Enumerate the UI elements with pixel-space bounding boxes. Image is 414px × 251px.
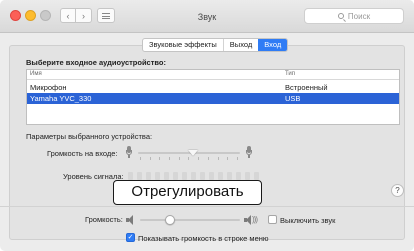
sound-waves-icon: ))) (252, 215, 258, 224)
table-row-selected[interactable]: Yamaha YVC_330 USB (27, 93, 399, 104)
tab-sound-effects[interactable]: Звуковые эффекты (143, 39, 223, 51)
output-volume-slider[interactable] (140, 219, 240, 221)
input-volume-ticks (140, 157, 238, 160)
tab-input[interactable]: Вход (258, 39, 288, 51)
input-volume-label: Громкость на входе: (47, 149, 118, 158)
column-header-type[interactable]: Тип (285, 71, 295, 77)
divider (0, 206, 414, 207)
tab-bar: Звуковые эффекты Выход Вход (142, 38, 289, 52)
signal-level-meter (128, 172, 259, 180)
device-type: USB (285, 94, 301, 103)
sound-preferences-window: ‹ › Звук Поиск Звуковые эффекты Выход Вх… (0, 0, 414, 251)
microphone-low-icon (126, 146, 132, 158)
table-header: Имя Тип (27, 70, 399, 80)
output-volume-label: Громкость: (85, 215, 123, 224)
device-name: Микрофон (30, 83, 67, 92)
search-field[interactable]: Поиск (304, 8, 404, 24)
microphone-high-icon (246, 146, 252, 158)
device-name: Yamaha YVC_330 (30, 94, 92, 103)
output-volume-thumb[interactable] (165, 215, 175, 225)
device-type: Встроенный (285, 83, 328, 92)
search-placeholder: Поиск (347, 11, 371, 21)
title-bar: ‹ › Звук Поиск (0, 0, 414, 33)
tab-output[interactable]: Выход (222, 39, 258, 51)
input-devices-table[interactable]: Имя Тип Микрофон Встроенный Yamaha YVC_3… (26, 69, 400, 125)
adjust-callout: Отрегулировать (113, 180, 262, 205)
device-settings-heading: Параметры выбранного устройства: (26, 132, 153, 141)
show-volume-in-menu-checkbox[interactable]: ✓ (126, 233, 135, 242)
mute-checkbox[interactable] (268, 215, 277, 224)
speaker-low-icon (126, 215, 135, 225)
input-volume-thumb[interactable] (188, 150, 198, 156)
show-volume-in-menu-label[interactable]: Показывать громкость в строке меню (138, 234, 269, 243)
help-button[interactable]: ? (391, 184, 404, 197)
mute-label[interactable]: Выключить звук (280, 216, 335, 225)
checkmark-icon: ✓ (127, 234, 134, 241)
table-row[interactable]: Микрофон Встроенный (27, 82, 399, 93)
search-icon (337, 13, 344, 19)
input-device-heading: Выберите входное аудиоустройство: (26, 58, 166, 67)
column-header-name[interactable]: Имя (30, 71, 42, 77)
